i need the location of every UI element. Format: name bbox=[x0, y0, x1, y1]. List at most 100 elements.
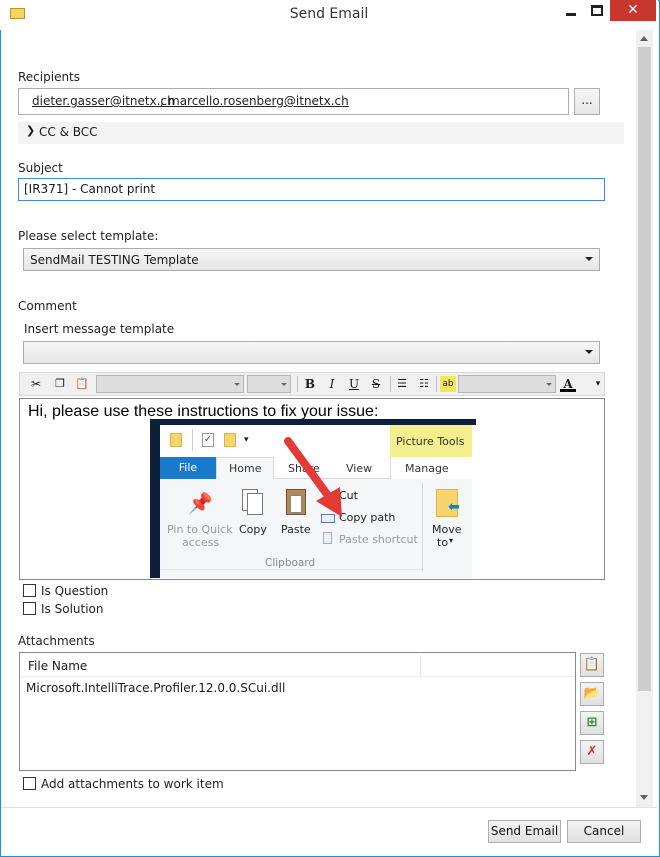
chevron-down-icon: ❯ bbox=[26, 124, 36, 137]
attachment-file-name: Microsoft.IntelliTrace.Profiler.12.0.0.S… bbox=[26, 681, 286, 695]
italic-button[interactable]: I bbox=[324, 376, 340, 392]
cut-icon[interactable]: ✂ bbox=[28, 376, 44, 392]
recipient-2[interactable]: marcello.rosenberg@itnetx.ch bbox=[168, 94, 349, 108]
folder-icon bbox=[170, 433, 182, 447]
home-tab: Home bbox=[229, 462, 262, 475]
bullet-list-icon[interactable]: ☰ bbox=[394, 376, 410, 392]
delete-red-x-icon: ✗ bbox=[586, 744, 598, 759]
recipient-separator: ; bbox=[160, 94, 165, 108]
pin-label: Pin to Quick bbox=[167, 523, 233, 536]
column-separator bbox=[420, 655, 421, 675]
footer-separator bbox=[1, 807, 657, 808]
add-to-work-item-checkbox[interactable] bbox=[23, 777, 36, 790]
cc-bcc-label: CC & BCC bbox=[39, 125, 98, 139]
properties-icon: ✓ bbox=[202, 433, 214, 447]
font-family-select[interactable] bbox=[96, 375, 244, 393]
strikethrough-button[interactable]: S bbox=[368, 376, 384, 392]
move-dropdown-icon: ▾ bbox=[449, 536, 454, 545]
recipients-label: Recipients bbox=[18, 70, 81, 84]
paste-shortcut-icon bbox=[323, 532, 332, 544]
paste-icon[interactable]: 📋 bbox=[74, 376, 90, 392]
scrollbar-thumb[interactable] bbox=[638, 47, 651, 691]
pin-icon: 📌 bbox=[188, 491, 213, 515]
paste-attachment-button[interactable]: 📋 bbox=[580, 653, 604, 677]
group-separator bbox=[160, 569, 422, 570]
pin-label-2: access bbox=[182, 536, 220, 549]
toolbar-separator bbox=[436, 376, 437, 392]
attachments-list[interactable]: File Name Microsoft.IntelliTrace.Profile… bbox=[19, 652, 576, 771]
qat-dropdown-icon: ▾ bbox=[244, 435, 249, 445]
copy-icon-front bbox=[247, 493, 263, 515]
is-solution-checkbox[interactable] bbox=[23, 602, 36, 615]
clipboard-icon: 📋 bbox=[583, 657, 601, 672]
chevron-down-icon bbox=[234, 383, 240, 386]
file-name-column[interactable]: File Name bbox=[28, 659, 87, 673]
font-color-button[interactable]: A bbox=[560, 376, 576, 392]
table-row[interactable]: Microsoft.IntelliTrace.Profiler.12.0.0.S… bbox=[20, 679, 575, 699]
subject-label: Subject bbox=[18, 161, 63, 175]
underline-button[interactable]: U bbox=[346, 376, 362, 392]
comment-label: Comment bbox=[18, 299, 77, 313]
toolbar-separator bbox=[297, 376, 298, 392]
scroll-up-icon[interactable] bbox=[640, 36, 648, 41]
move-arrow-icon: ⬅ bbox=[448, 499, 460, 515]
attachments-header: File Name bbox=[20, 653, 575, 677]
ribbon-separator bbox=[422, 483, 423, 571]
maximize-icon bbox=[591, 5, 603, 16]
toolbar-overflow-icon[interactable]: ▾ bbox=[590, 376, 606, 392]
clipboard-group-label: Clipboard bbox=[265, 557, 316, 569]
toolbar-separator bbox=[390, 376, 391, 392]
template-selected: SendMail TESTING Template bbox=[30, 253, 199, 267]
cancel-button[interactable]: Cancel bbox=[567, 820, 641, 843]
move-label: Move bbox=[432, 523, 462, 536]
move-label-2: to bbox=[437, 536, 449, 549]
add-green-icon: ⊞ bbox=[586, 715, 598, 730]
pic-border bbox=[150, 419, 160, 578]
scroll-down-icon[interactable] bbox=[640, 795, 648, 800]
numbered-list-icon[interactable]: ☷ bbox=[416, 376, 432, 392]
send-email-button[interactable]: Send Email bbox=[488, 820, 561, 843]
attachments-label: Attachments bbox=[18, 634, 95, 648]
comment-editor[interactable]: Hi, please use these instructions to fix… bbox=[19, 398, 605, 580]
manage-tab: Manage bbox=[405, 462, 449, 475]
red-arrow-annotation bbox=[284, 437, 342, 517]
browse-attachment-button[interactable]: 📂 bbox=[580, 682, 604, 706]
close-button[interactable]: ✕ bbox=[610, 0, 656, 21]
chevron-down-icon bbox=[585, 350, 593, 354]
copy-label: Copy bbox=[239, 523, 267, 536]
is-question-label: Is Question bbox=[41, 584, 109, 598]
paste-shortcut-label: Paste shortcut bbox=[339, 533, 418, 546]
is-question-checkbox[interactable] bbox=[23, 584, 36, 597]
editor-toolbar: ✂ ❐ 📋 B I U S ☰ ☷ ab A ▾ bbox=[19, 372, 605, 396]
embedded-screenshot: ✓ ▾ Picture Tools File Home Share View M… bbox=[150, 419, 476, 578]
highlight-color-select[interactable] bbox=[458, 375, 556, 393]
file-tab: File bbox=[160, 457, 216, 479]
chevron-down-icon bbox=[546, 383, 552, 386]
subject-value: [IR371] - Cannot print bbox=[24, 182, 156, 196]
minimize-button[interactable] bbox=[558, 0, 584, 21]
insert-template-select[interactable] bbox=[23, 341, 600, 364]
new-folder-icon bbox=[224, 433, 236, 447]
browse-recipients-button[interactable]: ... bbox=[574, 88, 600, 115]
minimize-icon bbox=[566, 13, 576, 16]
font-size-select[interactable] bbox=[247, 375, 291, 393]
remove-attachment-button[interactable]: ✗ bbox=[580, 740, 604, 764]
insert-template-label: Insert message template bbox=[24, 322, 175, 336]
template-select[interactable]: SendMail TESTING Template bbox=[23, 248, 600, 271]
qat-separator bbox=[192, 429, 193, 451]
picture-tools-band: Picture Tools bbox=[390, 425, 472, 457]
subject-input[interactable]: [IR371] - Cannot print bbox=[18, 178, 605, 201]
maximize-button[interactable] bbox=[584, 0, 610, 21]
recipient-1[interactable]: dieter.gasser@itnetx.ch bbox=[32, 94, 175, 108]
open-folder-icon: 📂 bbox=[583, 686, 601, 701]
add-attachment-button[interactable]: ⊞ bbox=[580, 711, 604, 735]
picture-tools-label: Picture Tools bbox=[396, 435, 465, 448]
template-label: Please select template: bbox=[18, 229, 159, 243]
copy-icon[interactable]: ❐ bbox=[52, 376, 68, 392]
title-bar: Send Email ✕ bbox=[0, 0, 658, 30]
chevron-down-icon bbox=[281, 383, 287, 386]
bold-button[interactable]: B bbox=[302, 376, 318, 392]
recipients-field[interactable]: dieter.gasser@itnetx.ch ; marcello.rosen… bbox=[18, 88, 569, 115]
highlight-icon[interactable]: ab bbox=[440, 376, 456, 392]
cc-bcc-expander[interactable]: ❯ CC & BCC bbox=[18, 122, 624, 144]
